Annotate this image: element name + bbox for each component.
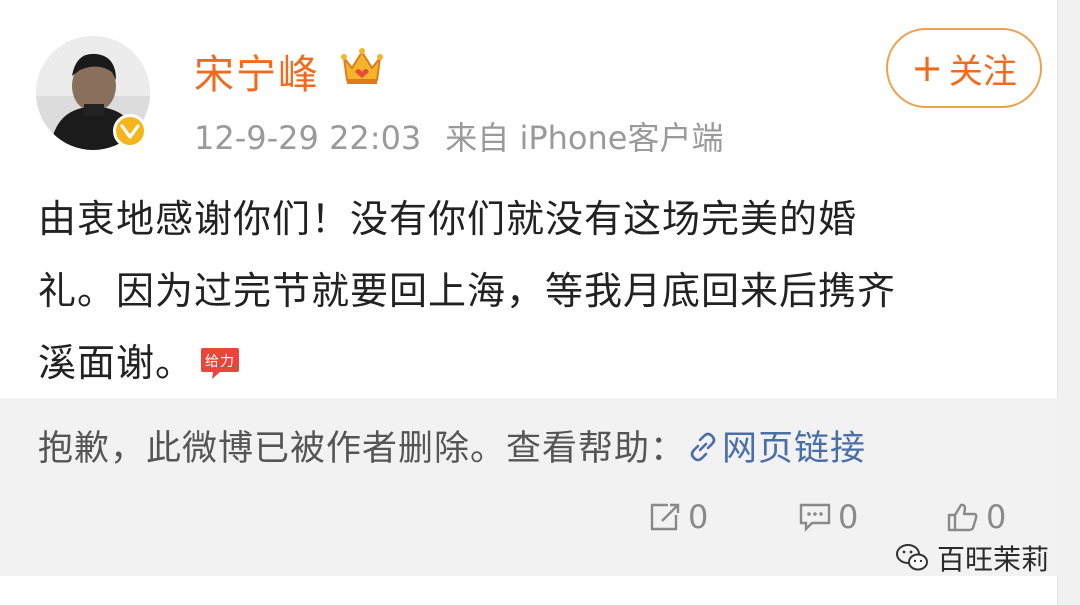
post-line-2: 礼。因为过完节就要回上海，等我月底回来后携齐 <box>38 269 897 313</box>
post-timestamp: 12-9-29 22:03 <box>194 119 422 157</box>
deleted-notice: 抱歉，此微博已被作者删除。查看帮助： 网页链接 <box>38 420 866 471</box>
post-line-3-text: 溪面谢。 <box>38 341 195 385</box>
web-link[interactable]: 网页链接 <box>686 429 866 469</box>
link-icon <box>690 432 716 462</box>
post-line-3: 溪面谢。 给力 <box>38 327 1038 399</box>
post-content: 由衷地感谢你们！没有你们就没有这场完美的婚 礼。因为过完节就要回上海，等我月底回… <box>38 183 1038 399</box>
repost-icon <box>650 503 680 531</box>
verified-badge-icon <box>113 114 147 148</box>
comment-count: 0 <box>838 498 859 536</box>
post-meta: 12-9-29 22:03 来自 iPhone客户端 <box>194 113 723 159</box>
comment-icon <box>799 503 831 532</box>
vip-crown-icon <box>341 48 383 84</box>
post-line-1: 由衷地感谢你们！没有你们就没有这场完美的婚 <box>38 197 858 241</box>
like-count: 0 <box>986 498 1007 536</box>
follow-button[interactable]: + 关注 <box>886 28 1042 108</box>
plus-icon: + <box>911 46 943 90</box>
web-link-label: 网页链接 <box>722 429 867 469</box>
wechat-watermark: 百旺茉莉 <box>895 538 1049 578</box>
wechat-icon <box>896 544 928 571</box>
comment-action[interactable]: 0 <box>798 498 858 536</box>
deleted-message: 抱歉，此微博已被作者删除。查看帮助： <box>38 429 687 469</box>
repost-count: 0 <box>688 498 709 536</box>
weibo-post-card: 宋宁峰 12-9-29 22:03 来自 iPhone客户端 + 关注 由衷地感谢… <box>0 0 1080 605</box>
follow-label: 关注 <box>948 51 1017 92</box>
like-icon <box>947 503 978 532</box>
post-source[interactable]: 来自 iPhone客户端 <box>445 119 723 157</box>
repost-action[interactable]: 0 <box>648 498 708 536</box>
watermark-text: 百旺茉莉 <box>937 543 1050 576</box>
username[interactable]: 宋宁峰 <box>194 42 320 100</box>
scrollbar-track <box>1057 0 1080 605</box>
geili-emoji-icon: 给力 <box>201 347 240 379</box>
like-action[interactable]: 0 <box>946 498 1006 536</box>
geili-emoji-text: 给力 <box>205 354 235 370</box>
